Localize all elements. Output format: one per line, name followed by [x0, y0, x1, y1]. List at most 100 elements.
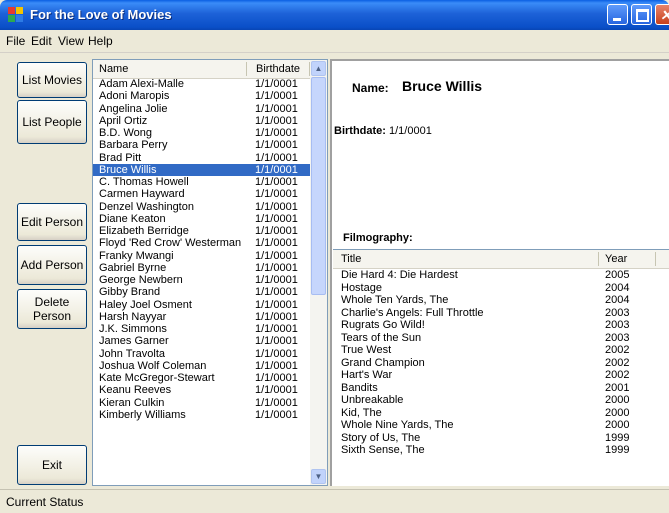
- film-year: 2003: [605, 306, 630, 319]
- person-birthdate: 1/1/0001: [255, 102, 298, 115]
- people-list-row[interactable]: Adoni Maropis 1/1/0001: [93, 90, 311, 102]
- person-name: Bruce Willis: [99, 163, 157, 176]
- filmography-row[interactable]: Whole Ten Yards, The 2004: [333, 294, 669, 307]
- menu-edit[interactable]: Edit: [31, 34, 52, 48]
- column-header-name[interactable]: Name: [99, 63, 128, 75]
- people-list-row[interactable]: Gibby Brand 1/1/0001: [93, 286, 311, 298]
- person-name: John Travolta: [99, 347, 166, 360]
- person-birthdate: 1/1/0001: [255, 225, 298, 237]
- people-list-row[interactable]: George Newbern 1/1/0001: [93, 274, 311, 286]
- people-list-row[interactable]: Kimberly Williams 1/1/0001: [93, 409, 311, 421]
- filmography-row[interactable]: Sixth Sense, The 1999: [333, 444, 669, 457]
- film-title: Whole Ten Yards, The: [341, 294, 449, 306]
- people-list-row[interactable]: Joshua Wolf Coleman 1/1/0001: [93, 360, 311, 372]
- people-list-row[interactable]: James Garner 1/1/0001: [93, 335, 311, 347]
- birthdate-label: Birthdate:: [334, 125, 386, 137]
- filmography-row[interactable]: True West 2002: [333, 344, 669, 357]
- filmography-row[interactable]: Tears of the Sun 2003: [333, 332, 669, 345]
- person-birthdate: 1/1/0001: [255, 298, 298, 311]
- scroll-thumb[interactable]: [311, 77, 326, 295]
- film-year: 2000: [605, 419, 630, 431]
- close-button[interactable]: ✕: [655, 4, 669, 25]
- filmography-row[interactable]: Bandits 2001: [333, 382, 669, 395]
- people-list-row[interactable]: John Travolta 1/1/0001: [93, 348, 311, 360]
- filmography-label: Filmography:: [343, 232, 413, 244]
- people-list-row[interactable]: J.K. Simmons 1/1/0001: [93, 323, 311, 335]
- list-people-button[interactable]: List People: [17, 100, 87, 144]
- person-name: April Ortiz: [99, 114, 148, 127]
- delete-person-button[interactable]: Delete Person: [17, 289, 87, 329]
- people-list-row[interactable]: April Ortiz 1/1/0001: [93, 115, 311, 127]
- filmography-row[interactable]: Hostage 2004: [333, 282, 669, 295]
- filmography-row[interactable]: Rugrats Go Wild! 2003: [333, 319, 669, 332]
- maximize-button[interactable]: [631, 4, 652, 25]
- scroll-up-icon[interactable]: ▲: [311, 61, 326, 76]
- people-list-row[interactable]: Barbara Perry 1/1/0001: [93, 139, 311, 151]
- person-birthdate: 1/1/0001: [255, 396, 298, 409]
- person-name: Kieran Culkin: [99, 396, 165, 409]
- app-icon: [8, 7, 24, 23]
- people-list-row[interactable]: Gabriel Byrne 1/1/0001: [93, 262, 311, 274]
- filmography-row[interactable]: Charlie's Angels: Full Throttle 2003: [333, 307, 669, 320]
- people-list-row[interactable]: Diane Keaton 1/1/0001: [93, 213, 311, 225]
- people-list-row[interactable]: Denzel Washington 1/1/0001: [93, 201, 311, 213]
- people-list-row[interactable]: Bruce Willis 1/1/0001: [93, 163, 311, 176]
- filmography-row[interactable]: Kid, The 2000: [333, 407, 669, 420]
- person-birthdate: 1/1/0001: [255, 323, 298, 335]
- filmography-list[interactable]: Title Year Die Hard 4: Die Hardest 2005 Ho…: [333, 249, 669, 486]
- film-year: 2001: [605, 381, 630, 394]
- film-title: Bandits: [341, 381, 378, 394]
- people-list-row[interactable]: Floyd 'Red Crow' Westerman 1/1/0001: [93, 237, 311, 249]
- people-list-row[interactable]: Adam Alexi-Malle 1/1/0001: [93, 78, 311, 90]
- person-birthdate: 1/1/0001: [255, 78, 298, 90]
- people-list-row[interactable]: Elizabeth Berridge 1/1/0001: [93, 225, 311, 237]
- minimize-button[interactable]: [607, 4, 628, 25]
- filmography-row[interactable]: Whole Nine Yards, The 2000: [333, 419, 669, 432]
- add-person-button[interactable]: Add Person: [17, 245, 87, 285]
- people-list-row[interactable]: Brad Pitt 1/1/0001: [93, 152, 311, 164]
- person-birthdate: 1/1/0001: [255, 127, 298, 139]
- people-list-row[interactable]: Angelina Jolie 1/1/0001: [93, 103, 311, 115]
- filmography-row[interactable]: Hart's War 2002: [333, 369, 669, 382]
- title-bar[interactable]: For the Love of Movies ✕: [0, 0, 669, 30]
- people-list[interactable]: Name Birthdate Adam Alexi-Malle 1/1/0001 A…: [92, 59, 328, 486]
- status-bar: Current Status: [0, 489, 669, 513]
- person-name: Keanu Reeves: [99, 384, 172, 397]
- filmography-row[interactable]: Story of Us, The 1999: [333, 432, 669, 445]
- column-header-title[interactable]: Title: [341, 253, 361, 265]
- film-title: Whole Nine Yards, The: [341, 419, 454, 431]
- menu-help[interactable]: Help: [88, 34, 113, 48]
- people-list-row[interactable]: C. Thomas Howell 1/1/0001: [93, 176, 311, 188]
- people-list-row[interactable]: Haley Joel Osment 1/1/0001: [93, 299, 311, 311]
- people-list-row[interactable]: Keanu Reeves 1/1/0001: [93, 384, 311, 396]
- people-list-row[interactable]: Carmen Hayward 1/1/0001: [93, 188, 311, 200]
- person-birthdate: 1/1/0001: [255, 212, 298, 225]
- people-list-row[interactable]: B.D. Wong 1/1/0001: [93, 127, 311, 139]
- column-header-year[interactable]: Year: [605, 253, 627, 265]
- scroll-down-icon[interactable]: ▼: [311, 469, 326, 484]
- film-year: 1999: [605, 444, 630, 456]
- person-name: Elizabeth Berridge: [99, 225, 189, 237]
- film-year: 2002: [605, 369, 630, 381]
- film-title: Story of Us, The: [341, 431, 421, 444]
- people-list-row[interactable]: Harsh Nayyar 1/1/0001: [93, 311, 311, 323]
- column-header-birthdate[interactable]: Birthdate: [256, 63, 300, 75]
- person-birthdate: 1/1/0001: [255, 114, 298, 127]
- filmography-row[interactable]: Grand Champion 2002: [333, 357, 669, 370]
- exit-button[interactable]: Exit: [17, 445, 87, 485]
- menu-view[interactable]: View: [58, 34, 84, 48]
- filmography-row[interactable]: Unbreakable 2000: [333, 394, 669, 407]
- people-list-row[interactable]: Kate McGregor-Stewart 1/1/0001: [93, 372, 311, 384]
- menu-file[interactable]: File: [6, 34, 25, 48]
- edit-person-button[interactable]: Edit Person: [17, 203, 87, 241]
- list-movies-button[interactable]: List Movies: [17, 62, 87, 98]
- person-birthdate: 1/1/0001: [255, 249, 298, 262]
- people-scrollbar[interactable]: ▲ ▼: [310, 60, 327, 485]
- filmography-row[interactable]: Die Hard 4: Die Hardest 2005: [333, 269, 669, 282]
- person-birthdate: 1/1/0001: [255, 139, 298, 152]
- person-name: Angelina Jolie: [99, 102, 168, 115]
- film-year: 2002: [605, 344, 630, 356]
- menu-bar: File Edit View Help: [0, 30, 669, 53]
- people-list-row[interactable]: Franky Mwangi 1/1/0001: [93, 250, 311, 262]
- people-list-row[interactable]: Kieran Culkin 1/1/0001: [93, 397, 311, 409]
